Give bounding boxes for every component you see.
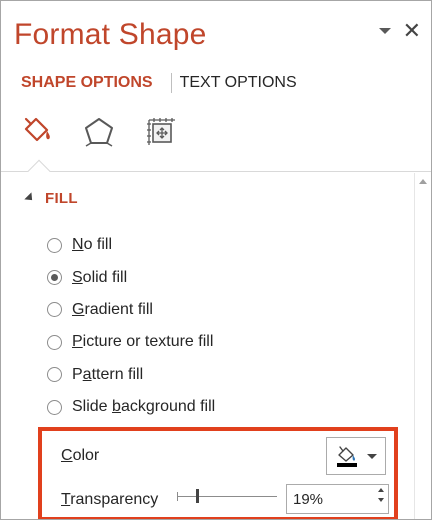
option-no-fill[interactable]: No fill (47, 229, 215, 261)
chevron-down-icon[interactable] (378, 28, 391, 34)
radio-no-fill[interactable] (47, 237, 62, 253)
active-category-notch (27, 159, 51, 183)
option-slide-background-fill[interactable]: Slide background fill (47, 391, 215, 423)
option-label: No fill (72, 236, 113, 254)
tab-separator (170, 73, 172, 93)
option-label: Pattern fill (72, 365, 144, 383)
radio-gradient-fill[interactable] (47, 302, 62, 318)
tab-text-options[interactable]: TEXT OPTIONS (180, 74, 297, 92)
option-label: Solid fill (72, 268, 128, 286)
option-pattern-fill[interactable]: Pattern fill (47, 359, 215, 391)
highlight-box (38, 427, 398, 519)
fill-line-icon (24, 117, 50, 142)
fill-options: No fill Solid fill Gradient fill Picture… (47, 229, 215, 423)
radio-selected-dot (51, 274, 58, 282)
option-label: Gradient fill (72, 300, 153, 318)
fill-section-label: FILL (45, 190, 78, 207)
option-picture-texture-fill[interactable]: Picture or texture fill (47, 326, 215, 358)
option-solid-fill[interactable]: Solid fill (47, 261, 215, 293)
collapse-triangle-icon (24, 191, 36, 204)
radio-pattern-fill[interactable] (47, 367, 62, 383)
radio-solid-fill[interactable] (47, 270, 62, 286)
pane-divider (1, 171, 431, 172)
effects-button[interactable] (79, 113, 119, 149)
fill-section-header[interactable]: FILL (24, 190, 78, 207)
category-icons (17, 113, 181, 149)
fill-line-button[interactable] (17, 113, 57, 149)
tab-shape-options[interactable]: SHAPE OPTIONS (21, 74, 153, 92)
size-properties-button[interactable] (141, 113, 181, 149)
vertical-scrollbar[interactable] (414, 173, 431, 519)
option-label: Slide background fill (72, 398, 216, 416)
size-properties-icon (147, 118, 175, 145)
options-tabs: SHAPE OPTIONS TEXT OPTIONS (21, 73, 297, 93)
radio-picture-texture-fill[interactable] (47, 334, 62, 350)
option-gradient-fill[interactable]: Gradient fill (47, 294, 215, 326)
format-shape-pane: Format Shape ✕ SHAPE OPTIONS TEXT OPTION… (0, 0, 432, 520)
option-label: Picture or texture fill (72, 333, 214, 351)
pane-controls: ✕ (378, 20, 421, 42)
scroll-up-icon[interactable] (419, 179, 427, 184)
effects-pentagon-icon (85, 118, 113, 147)
radio-slide-background-fill[interactable] (47, 399, 62, 415)
close-icon[interactable]: ✕ (403, 20, 421, 42)
pane-title: Format Shape (14, 18, 207, 51)
